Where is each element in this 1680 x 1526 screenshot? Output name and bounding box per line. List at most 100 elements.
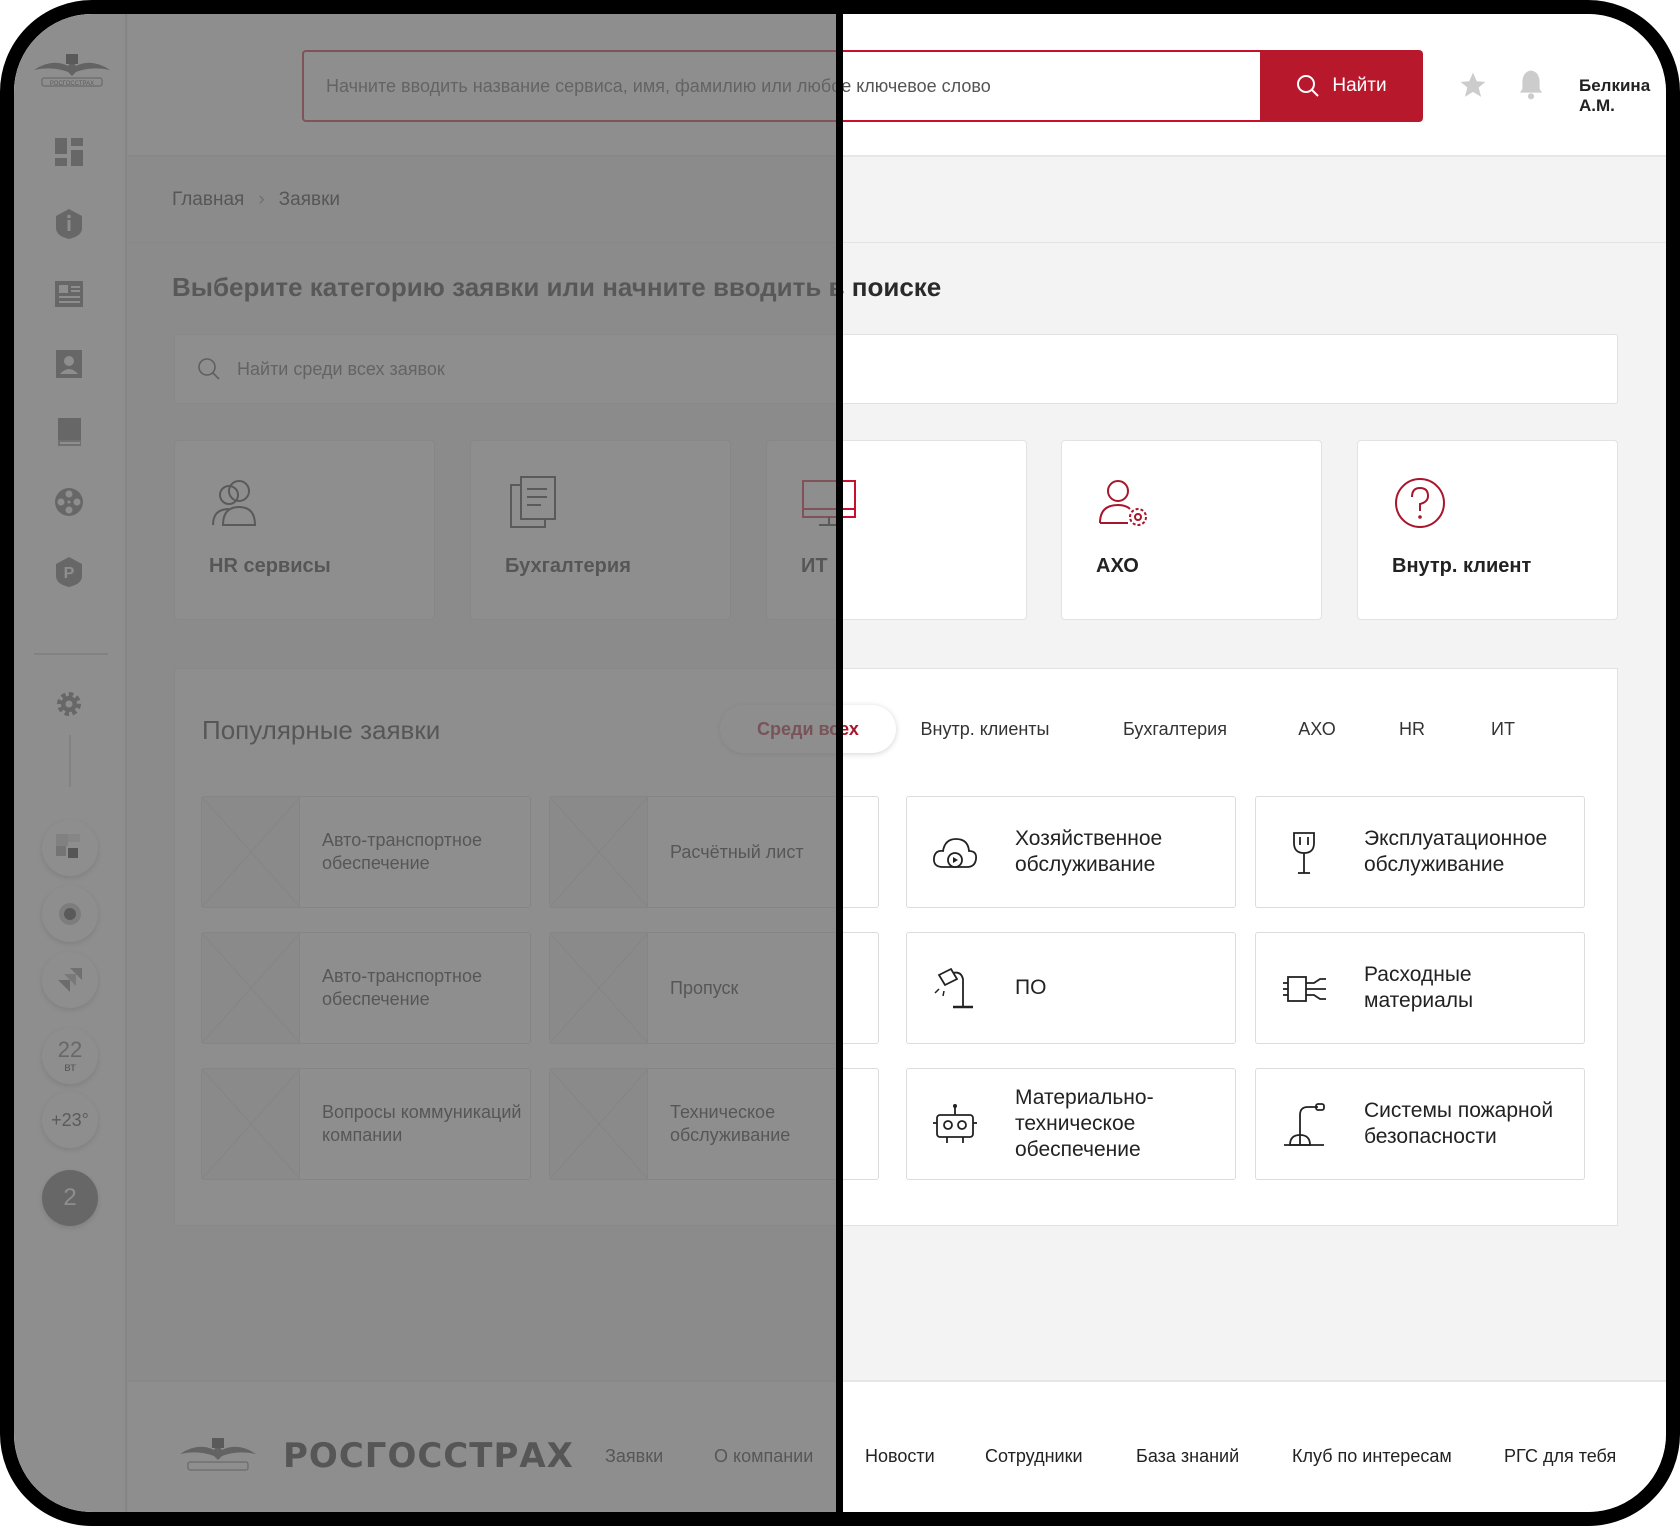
- category-label: Внутр. клиент: [1392, 555, 1532, 577]
- gear-icon[interactable]: [51, 686, 87, 722]
- category-label: HR сервисы: [209, 555, 331, 577]
- chevron-right-icon: ›: [258, 188, 265, 210]
- image-placeholder: [201, 1068, 301, 1180]
- breadcrumb-home[interactable]: Главная: [172, 189, 244, 211]
- calendar-widget[interactable]: 22 вт: [42, 1028, 98, 1084]
- person-gear-icon: [1099, 480, 1147, 526]
- film-reel-icon[interactable]: [51, 484, 87, 520]
- item-label: Хозяйственное обслуживание: [1015, 827, 1163, 876]
- parking-icon[interactable]: P: [51, 554, 87, 590]
- app-tile-1[interactable]: [42, 820, 98, 876]
- star-icon[interactable]: [1458, 70, 1488, 100]
- footer-link-news[interactable]: Новости: [865, 1446, 935, 1467]
- magnifier-app-icon: [59, 903, 81, 925]
- category-accounting[interactable]: Бухгалтерия: [470, 440, 731, 620]
- weather-widget[interactable]: +23°: [42, 1092, 98, 1148]
- top-header: Найти Белкина А.М.: [128, 14, 1666, 157]
- category-it[interactable]: ИТ: [766, 440, 1027, 620]
- info-shield-icon[interactable]: [51, 206, 87, 242]
- tab-it[interactable]: ИТ: [1483, 705, 1523, 753]
- chip-icon: [1283, 976, 1326, 1002]
- user-name[interactable]: Белкина А.М.: [1579, 76, 1666, 116]
- news-icon[interactable]: [51, 276, 87, 312]
- list-item[interactable]: Расходные материалы: [1255, 932, 1585, 1044]
- svg-text:РОСГОССТРАХ: РОСГОССТРАХ: [50, 81, 94, 87]
- item-label: Авто-транспортное обеспечение: [322, 830, 483, 873]
- category-label: Бухгалтерия: [505, 555, 631, 577]
- app-jira[interactable]: [42, 952, 98, 1008]
- list-item[interactable]: Хозяйственное обслуживание: [906, 796, 1236, 908]
- svg-text:P: P: [64, 565, 75, 582]
- item-label: Материально-техническое обеспечение: [1015, 1086, 1154, 1161]
- item-label: ПО: [1015, 976, 1047, 999]
- list-item[interactable]: Авто-транспортное обеспечение: [201, 796, 531, 908]
- image-placeholder: [201, 796, 301, 908]
- image-placeholder: [549, 1068, 649, 1180]
- question-circle-icon: [1395, 478, 1445, 528]
- category-hr[interactable]: HR сервисы: [174, 440, 435, 620]
- jira-icon: [58, 968, 82, 992]
- footer-link-knowledge[interactable]: База знаний: [1136, 1446, 1239, 1467]
- footer-link-about[interactable]: О компании: [714, 1446, 813, 1467]
- bell-icon[interactable]: [1516, 68, 1546, 100]
- request-search-input[interactable]: [237, 358, 1515, 380]
- tab-internal-clients[interactable]: Внутр. клиенты: [910, 705, 1060, 753]
- search-button-label: Найти: [1332, 75, 1387, 96]
- footer-link-requests[interactable]: Заявки: [605, 1446, 663, 1467]
- item-label: Авто-транспортное обеспечение: [322, 966, 483, 1009]
- item-label: Расходные материалы: [1364, 963, 1474, 1012]
- footer-logo-icon[interactable]: [178, 1434, 258, 1474]
- list-item[interactable]: Эксплуатационное обслуживание: [1255, 796, 1585, 908]
- microphone-stand-icon: [1293, 832, 1315, 874]
- tab-aho[interactable]: АХО: [1287, 705, 1347, 753]
- category-label: ИТ: [801, 555, 828, 577]
- footer-link-employees[interactable]: Сотрудники: [985, 1446, 1083, 1467]
- category-label: АХО: [1096, 555, 1139, 577]
- book-icon[interactable]: [51, 414, 87, 450]
- search-icon: [1297, 75, 1320, 97]
- desk-lamp-icon: [934, 967, 973, 1009]
- documents-icon: [510, 476, 556, 528]
- footer-brand: РОСГОССТРАХ: [283, 1436, 574, 1476]
- list-item[interactable]: ПО: [906, 932, 1236, 1044]
- image-placeholder: [549, 796, 649, 908]
- weather-temp: +23°: [51, 1109, 89, 1130]
- search-button[interactable]: Найти: [1260, 50, 1423, 122]
- search-icon: [198, 358, 220, 380]
- app-search[interactable]: [42, 886, 98, 942]
- footer: РОСГОССТРАХ Заявки О компании Новости Со…: [128, 1380, 1666, 1512]
- list-item[interactable]: Пропуск: [549, 932, 879, 1044]
- footer-link-club[interactable]: Клуб по интересам: [1292, 1446, 1452, 1467]
- calendar-weekday: вт: [64, 1060, 76, 1074]
- monitor-icon: [802, 480, 856, 526]
- sidebar: РОСГОССТРАХ P 22 вт +23° 2: [14, 14, 127, 1512]
- request-search-field[interactable]: [174, 334, 1618, 404]
- footer-link-rgs[interactable]: РГС для тебя: [1504, 1446, 1616, 1467]
- notifications-count: 2: [63, 1184, 77, 1211]
- list-item[interactable]: Техническое обслуживание: [549, 1068, 879, 1180]
- list-item[interactable]: Вопросы коммуникаций компании: [201, 1068, 531, 1180]
- list-item[interactable]: Расчётный лист: [549, 796, 879, 908]
- sidebar-divider: [34, 653, 108, 655]
- company-logo-icon[interactable]: РОСГОССТРАХ: [32, 50, 112, 90]
- dashboard-icon[interactable]: [51, 134, 87, 170]
- global-search-field[interactable]: [302, 50, 1262, 122]
- calendar-day: 22: [57, 1037, 83, 1062]
- category-internal-client[interactable]: Внутр. клиент: [1357, 440, 1618, 620]
- list-item[interactable]: Материально-техническое обеспечение: [906, 1068, 1236, 1180]
- page-title: Выберите категорию заявки или начните вв…: [172, 272, 942, 302]
- notifications-widget[interactable]: 2: [42, 1170, 98, 1226]
- robot-icon: [933, 1104, 977, 1143]
- global-search-input[interactable]: [326, 75, 1260, 97]
- item-label: Вопросы коммуникаций компании: [322, 1102, 522, 1145]
- list-item[interactable]: Системы пожарной безопасности: [1255, 1068, 1585, 1180]
- tab-accounting[interactable]: Бухгалтерия: [1110, 705, 1240, 753]
- category-aho[interactable]: АХО: [1061, 440, 1322, 620]
- list-item[interactable]: Авто-транспортное обеспечение: [201, 932, 531, 1044]
- contacts-icon[interactable]: [51, 346, 87, 382]
- split-divider: [836, 14, 843, 1512]
- tab-hr[interactable]: HR: [1387, 705, 1437, 753]
- device-frame: РОСГОССТРАХ P 22 вт +23° 2 Начните вводи…: [0, 0, 1680, 1526]
- breadcrumb-current: Заявки: [278, 188, 341, 210]
- tab-all[interactable]: Среди всех: [720, 705, 896, 753]
